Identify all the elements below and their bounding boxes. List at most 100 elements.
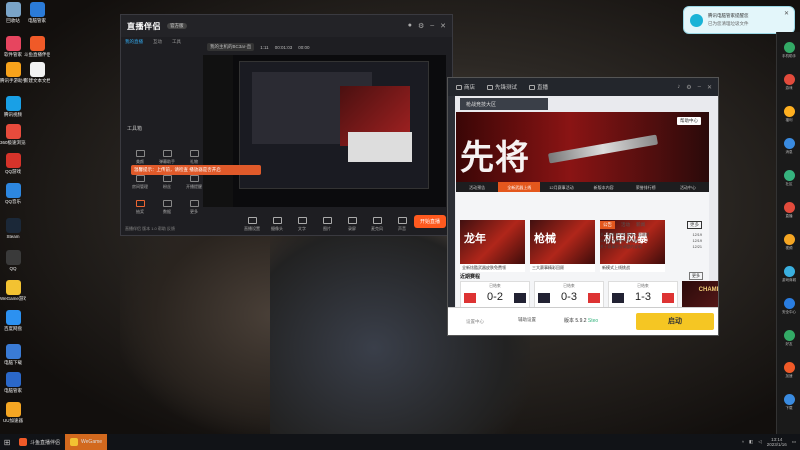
desktop-icon[interactable]: QQ音乐 (0, 183, 26, 204)
banner-tabs: 活动预告 全新武器上线 12月赛事活动 新版本内容 荣誉排行榜 活动中心 (456, 182, 709, 192)
desktop-icon[interactable]: 软件管家 (0, 36, 26, 57)
volume-icon[interactable]: ◁ (758, 439, 761, 445)
close-icon[interactable]: ✕ (707, 84, 712, 91)
tool-remind[interactable]: 开播提醒 (181, 175, 207, 190)
launch-bar: 设置中心 辅助设置 版本 5.9.2 Steo 启动 (448, 307, 718, 335)
control-camera[interactable]: 摄像头 (268, 216, 286, 232)
taskbar-label: 斗鱼直播伴侣 (30, 439, 61, 446)
desktop-icon[interactable]: WeGame游戏平台 (0, 280, 26, 301)
dock-item[interactable]: 安全中心 (780, 298, 798, 315)
notification-popup[interactable]: 腾讯电脑管家提醒您 已为您清理垃圾文件 ✕ (683, 6, 795, 34)
dock-item[interactable]: 游戏 (780, 74, 798, 91)
control-text[interactable]: 文字 (293, 216, 311, 232)
clock[interactable]: 13:14 2023/1/16 (767, 437, 787, 447)
tool-danmaku[interactable]: 弹幕助手 (154, 150, 180, 165)
desktop-icon[interactable]: 电脑下载 (0, 344, 26, 365)
go-live-button[interactable]: 开始直播 (413, 215, 446, 228)
hero-banner[interactable]: 先将 帮助中心 (456, 112, 709, 192)
tab-interact[interactable]: 互动 (153, 39, 162, 45)
dock-item[interactable]: 游戏商城 (780, 266, 798, 283)
dock-item[interactable]: 加速 (780, 362, 798, 379)
control-mic[interactable]: 麦克风 (368, 216, 386, 232)
app-logo: 直播伴侣 (127, 21, 161, 31)
taskbar-app[interactable]: 斗鱼直播伴侣 (14, 434, 65, 450)
dock-item[interactable]: 社区 (780, 170, 798, 187)
banner-title: 先将 (460, 139, 530, 177)
windows-start-icon[interactable]: ⊞ (0, 434, 14, 450)
control-sound[interactable]: 声音 (393, 216, 411, 232)
control-image[interactable]: 图片 (318, 216, 336, 232)
tool-fans[interactable]: 粉丝 (154, 175, 180, 190)
dock-item[interactable]: 下载 (780, 394, 798, 411)
tab-tools[interactable]: 工具 (172, 39, 181, 45)
dock-item[interactable]: 消息 (780, 138, 798, 155)
notification-center-icon[interactable]: ▭ (792, 439, 796, 445)
dock-item[interactable]: 福利 (780, 106, 798, 123)
banner-tab[interactable]: 新版本内容 (583, 182, 625, 192)
desktop-icon[interactable]: 腾讯手游助手 (0, 62, 26, 83)
promo-card[interactable]: 龙年 全新炫酷武器皮肤免费领 (460, 220, 525, 272)
desktop-icon[interactable]: 360极速浏览器 (0, 124, 26, 145)
section-more-button[interactable]: 更多 (689, 272, 703, 280)
desktop-icon[interactable]: 回收站 (0, 2, 26, 23)
desktop-icon[interactable]: Steam (0, 218, 26, 239)
region-selector[interactable]: 枪战竞技大区 (460, 98, 548, 110)
tool-data[interactable]: 数据 (154, 200, 180, 215)
news-tab[interactable]: 活动 (621, 222, 630, 228)
desktop-icon[interactable]: 腾讯视频 (0, 96, 26, 117)
control-record[interactable]: 录屏 (343, 216, 361, 232)
banner-tab[interactable]: 活动预告 (456, 182, 498, 192)
banner-tab[interactable]: 12月赛事活动 (540, 182, 582, 192)
desktop-icon[interactable]: QQ (0, 250, 26, 271)
minimize-icon[interactable]: – (430, 22, 434, 30)
tab-my-live[interactable]: 我的直播 (125, 39, 143, 45)
dock-item[interactable]: 手机助手 (780, 42, 798, 59)
tool-gift[interactable]: 礼物 (181, 150, 207, 165)
tool-beauty[interactable]: 美颜 (127, 150, 153, 165)
weapon-image (547, 134, 659, 164)
banner-tab-active[interactable]: 全新武器上线 (498, 182, 541, 192)
banner-tab[interactable]: 荣誉排行榜 (625, 182, 667, 192)
promo-card[interactable]: 枪械 三大赛事精彩回顾 (530, 220, 595, 272)
taskbar-app[interactable]: WeGame (65, 434, 108, 450)
close-icon[interactable]: ✕ (440, 22, 446, 30)
desktop-icon[interactable]: 斗鱼直播伴侣 (24, 36, 50, 57)
banner-tab[interactable]: 活动中心 (667, 182, 709, 192)
close-icon[interactable]: ✕ (784, 10, 789, 17)
control-live-settings[interactable]: 直播设置 (243, 216, 261, 232)
launch-button[interactable]: 启动 (636, 313, 714, 330)
desktop-icon[interactable]: 电脑管家 (0, 372, 26, 393)
desktop-icon[interactable]: 百度网盘 (0, 310, 26, 331)
settings-center-link[interactable]: 设置中心 (466, 319, 484, 325)
desktop-icon[interactable]: UU加速器 (0, 402, 26, 423)
news-tab[interactable]: 新闻 (636, 222, 645, 228)
tool-lottery[interactable]: 抽奖 (127, 200, 153, 215)
dock-label: 游戏 (785, 86, 793, 90)
nav-store[interactable]: 商店 (456, 83, 475, 91)
stream-preview[interactable] (203, 55, 446, 207)
help-center-button[interactable]: 帮助中心 (677, 117, 701, 125)
bell-icon[interactable]: ♪ (677, 84, 680, 91)
news-tab-active[interactable]: 公告 (600, 221, 615, 229)
assist-settings-button[interactable]: 辅助设置 (518, 317, 536, 323)
nav-live[interactable]: 直播 (529, 83, 548, 91)
network-icon[interactable]: ◧ (749, 439, 753, 445)
avatar-icon[interactable]: ● (408, 22, 412, 30)
chevron-up-icon[interactable]: ^ (742, 440, 744, 445)
desktop-icon[interactable]: 新建文本文档 (24, 62, 50, 83)
settings-icon[interactable]: ⚙ (686, 84, 691, 91)
tool-room[interactable]: 房间管理 (127, 175, 153, 190)
settings-icon[interactable]: ⚙ (418, 22, 424, 30)
nav-pioneer-test[interactable]: 先锋测试 (487, 83, 517, 91)
desktop-icon[interactable]: 电脑管家 (24, 2, 50, 23)
minimize-icon[interactable]: – (698, 84, 701, 91)
dock-item[interactable]: 视频 (780, 234, 798, 251)
dock-item[interactable]: 直播 (780, 202, 798, 219)
tool-label: 粉丝 (163, 184, 171, 189)
camera-icon (272, 216, 282, 224)
dock-item[interactable]: 好友 (780, 330, 798, 347)
news-item[interactable]: 关于赛事积分调整的说明 12/21 (600, 244, 702, 250)
desktop-icon[interactable]: QQ游戏 (0, 153, 26, 174)
news-more-button[interactable]: 更多 (687, 221, 702, 229)
desktop-icon-label: 电脑管家 (4, 388, 22, 393)
